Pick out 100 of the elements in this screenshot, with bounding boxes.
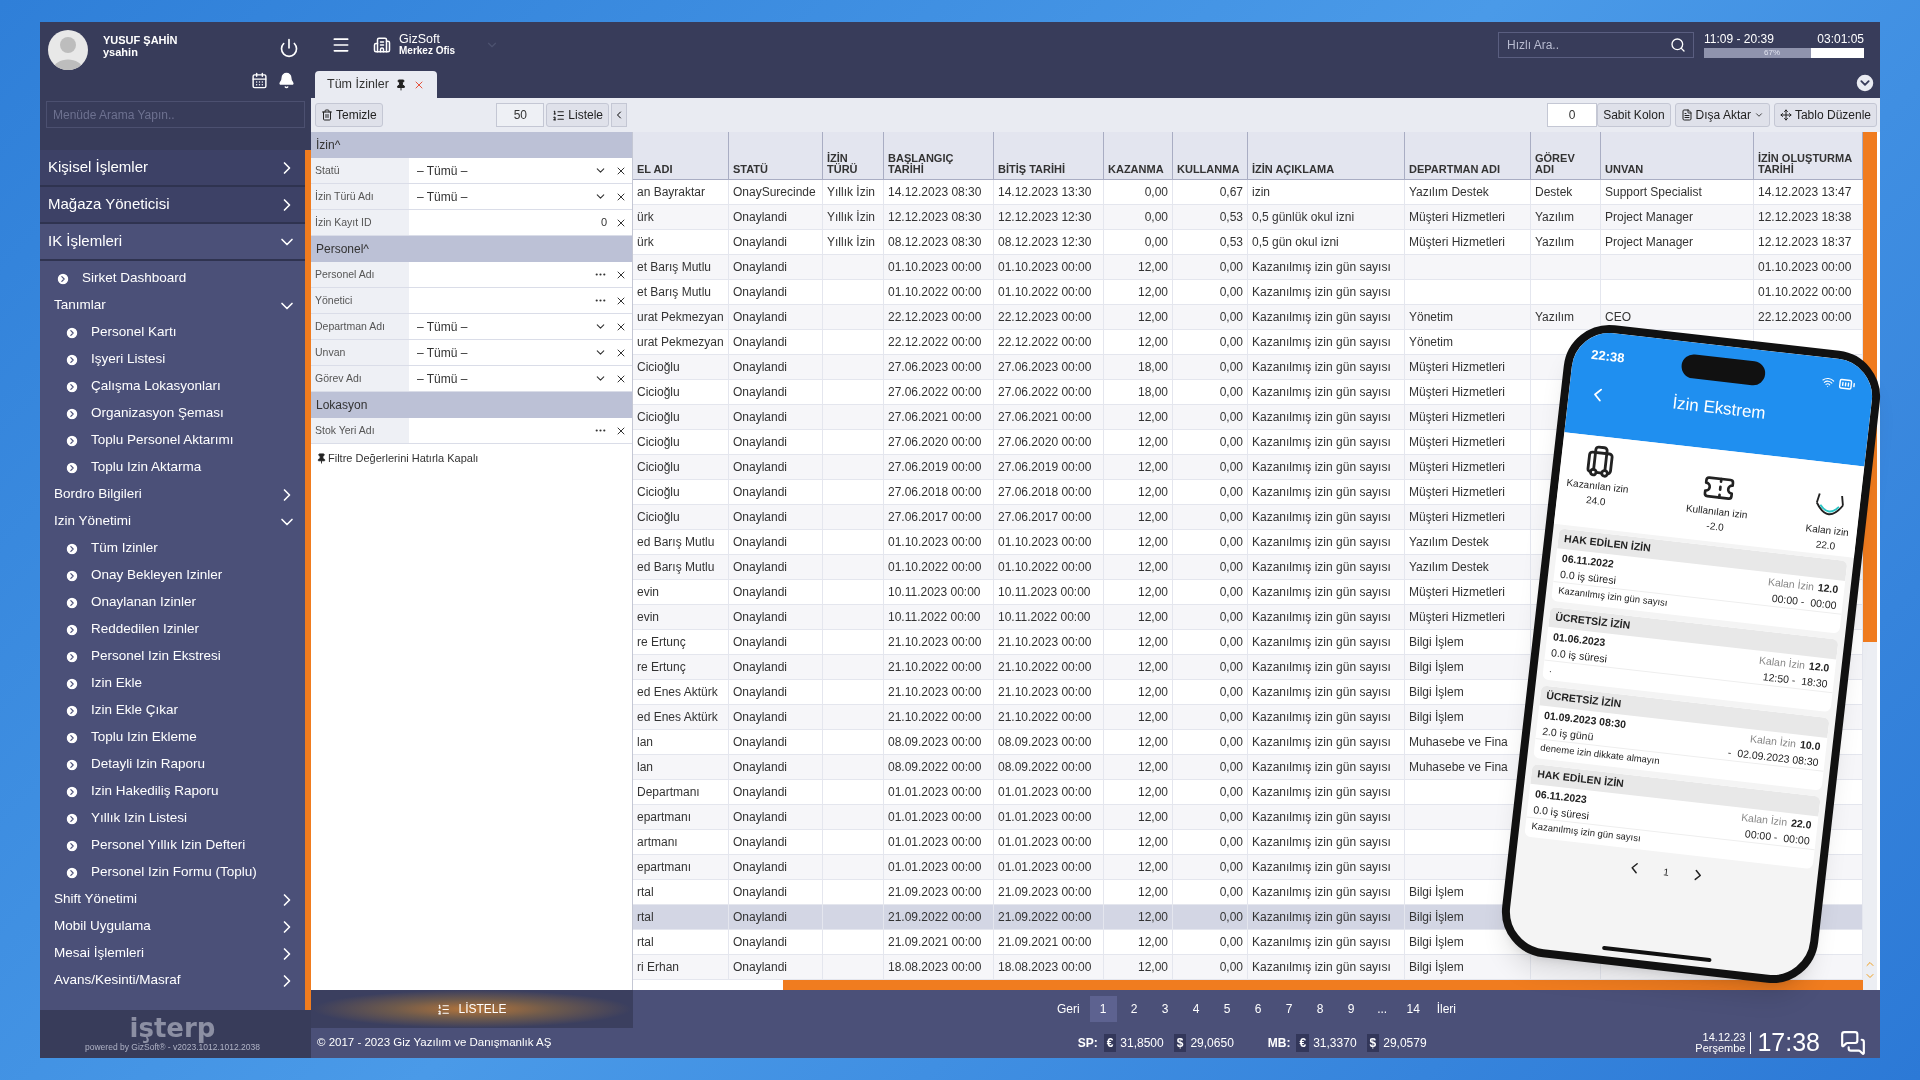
- column-header[interactable]: İZİN AÇIKLAMA: [1252, 164, 1335, 175]
- fixed-column-count-field[interactable]: 0: [1547, 103, 1598, 127]
- horizontal-scrollbar[interactable]: [783, 980, 1863, 990]
- building-icon[interactable]: [373, 36, 391, 54]
- menu-item[interactable]: Yıllık Izin Listesi: [40, 805, 305, 832]
- menu-item[interactable]: Tüm Izinler: [40, 535, 305, 562]
- clear-button[interactable]: Temizle: [315, 103, 383, 127]
- table-row[interactable]: Cicioğlu Onaylandi 27.06.2022 00:00 27.06.2022 00:00 18,00 0,00 Kazanılmış izin gün sayısı: [633, 380, 1405, 404]
- column-header[interactable]: KULLANMA: [1177, 164, 1240, 175]
- column-header[interactable]: İZİN OLUŞTURMA TARİHİ: [1758, 153, 1858, 175]
- table-row[interactable]: Cicioğlu Onaylandi 27.06.2017 00:00 27.06.2017 00:00 12,00 0,00 Kazanılmış izin gün sayısı: [633, 505, 1405, 529]
- next-page-link[interactable]: İleri: [1430, 1000, 1462, 1018]
- table-row[interactable]: rtal Onaylandi 21.09.2021 00:00 21.09.2021 00:00 12,00 0,00 Kazanılmış izin gün sayısı: [633, 930, 1405, 954]
- menu-item[interactable]: Izin Ekle: [40, 670, 305, 697]
- table-row[interactable]: ri Erhan Onaylandi 18.08.2023 00:00 18.08.2023 00:00 12,00 0,00 Kazanılmış izin gün sayısı: [633, 955, 1405, 979]
- page-link[interactable]: 6: [1244, 996, 1272, 1022]
- menu-item[interactable]: Izin Ekle Çıkar: [40, 697, 305, 724]
- filter-select[interactable]: – Tümü –: [417, 369, 607, 388]
- bell-icon[interactable]: [278, 72, 295, 89]
- pin-icon[interactable]: [394, 78, 407, 91]
- menu-item[interactable]: Onaylanan Izinler: [40, 589, 305, 616]
- table-row[interactable]: Cicioğlu Onaylandi 27.06.2021 00:00 27.06.2021 00:00 12,00 0,00 Kazanılmış izin gün sayısı: [633, 405, 1405, 429]
- table-row[interactable]: evin Onaylandi 10.11.2022 00:00 10.11.2022 00:00 12,00 0,00 Kazanılmış izin gün sayısı: [633, 605, 1405, 629]
- table-row[interactable]: Cicioğlu Onaylandi 27.06.2019 00:00 27.06.2019 00:00 12,00 0,00 Kazanılmış izin gün sayısı: [633, 455, 1405, 479]
- menu-item[interactable]: Toplu Izin Aktarma: [40, 454, 305, 481]
- page-link[interactable]: 8: [1306, 996, 1334, 1022]
- avatar[interactable]: [48, 30, 88, 70]
- tab[interactable]: Tüm İzinler: [315, 71, 437, 98]
- menu-group[interactable]: Avans/Kesinti/Masraf: [40, 967, 305, 994]
- menu-item[interactable]: Işyeri Listesi: [40, 346, 305, 373]
- menu-group[interactable]: Bordro Bilgileri: [40, 481, 305, 508]
- filter-select[interactable]: – Tümü –: [417, 161, 607, 180]
- table-row[interactable]: et Barış Mutlu Onaylandi 01.10.2022 00:00 01.10.2022 00:00 12,00 0,00 Kazanılmış izin gün sayısı: [633, 280, 1405, 304]
- page-link[interactable]: 3: [1151, 996, 1179, 1022]
- table-row[interactable]: ed Enes Aktürk Onaylandi 21.10.2022 00:00 21.10.2022 00:00 12,00 0,00 Kazanılmış izin gün sayısı: [633, 705, 1405, 729]
- menu-item[interactable]: Personel Kartı: [40, 319, 305, 346]
- page-link[interactable]: 1: [1089, 996, 1117, 1022]
- remember-filters-toggle[interactable]: Filtre Değerlerini Hatırla Kapalı: [328, 450, 479, 467]
- table-row[interactable]: an Bayraktar OnaySurecinde Yıllık İzin 14.12.2023 08:30 14.12.2023 13:30 0,00 0,67 izin: [633, 180, 1405, 204]
- column-header[interactable]: EL ADI: [637, 164, 673, 175]
- power-icon[interactable]: [279, 38, 299, 58]
- filter-select[interactable]: – Tümü –: [417, 317, 607, 336]
- table-row[interactable]: Cicioğlu Onaylandi 27.06.2023 00:00 27.06.2023 00:00 18,00 0,00 Kazanılmış izin gün sayısı: [633, 355, 1405, 379]
- column-header[interactable]: GÖREV ADI: [1535, 153, 1596, 175]
- menu-item[interactable]: Personel Yıllık Izin Defteri: [40, 832, 305, 859]
- filter-section-title[interactable]: Personel^: [316, 240, 369, 258]
- chat-icon[interactable]: [1840, 1030, 1866, 1056]
- table-row[interactable]: Departmanı Onaylandi 01.01.2023 00:00 01.01.2023 00:00 12,00 0,00 Kazanılmış izin gün sayısı: [633, 780, 1405, 804]
- menu-section[interactable]: Kişisel İşlemler: [40, 150, 305, 187]
- filter-number-field[interactable]: 0: [417, 214, 607, 231]
- page-link[interactable]: 4: [1182, 996, 1210, 1022]
- expand-icon[interactable]: [1854, 72, 1876, 94]
- table-row[interactable]: epartmanı Onaylandi 01.01.2023 00:00 01.01.2023 00:00 12,00 0,00 Kazanılmış izin gün sayısı: [633, 805, 1405, 829]
- filter-select[interactable]: – Tümü –: [417, 343, 607, 362]
- table-row[interactable]: lan Onaylandi 08.09.2022 00:00 08.09.2022 00:00 12,00 0,00 Kazanılmış izin gün sayısı: [633, 755, 1405, 779]
- page-size-field[interactable]: 50: [496, 103, 545, 127]
- table-row[interactable]: ed Enes Aktürk Onaylandi 21.10.2023 00:00 21.10.2023 00:00 12,00 0,00 Kazanılmış izin gün sayısı: [633, 680, 1405, 704]
- fixed-column-button[interactable]: Sabit Kolon: [1597, 103, 1671, 127]
- column-header[interactable]: STATÜ: [733, 164, 769, 175]
- filter-select[interactable]: – Tümü –: [417, 187, 607, 206]
- column-header[interactable]: UNVAN: [1605, 164, 1644, 175]
- page-link[interactable]: 5: [1213, 996, 1241, 1022]
- column-header[interactable]: BAŞLANGIÇ TARİHİ: [888, 153, 989, 175]
- column-header[interactable]: BİTİŞ TARİHİ: [998, 164, 1065, 175]
- page-link[interactable]: 2: [1120, 996, 1148, 1022]
- page-link[interactable]: 7: [1275, 996, 1303, 1022]
- menu-item[interactable]: Toplu Izin Ekleme: [40, 724, 305, 751]
- menu-group[interactable]: Izin Yönetimi: [40, 508, 305, 535]
- column-header[interactable]: İZİN TÜRÜ: [827, 153, 879, 175]
- menu-item[interactable]: Reddedilen Izinler: [40, 616, 305, 643]
- menu-item[interactable]: Çalışma Lokasyonları: [40, 373, 305, 400]
- menu-icon[interactable]: [331, 35, 351, 55]
- table-row[interactable]: epartmanı Onaylandi 01.01.2023 00:00 01.01.2023 00:00 12,00 0,00 Kazanılmış izin gün sayısı: [633, 855, 1405, 879]
- page-link[interactable]: 9: [1337, 996, 1365, 1022]
- table-row[interactable]: lan Onaylandi 08.09.2023 00:00 08.09.2023 00:00 12,00 0,00 Kazanılmış izin gün sayısı: [633, 730, 1405, 754]
- menu-group[interactable]: Mobil Uygulama: [40, 913, 305, 940]
- filter-section-title[interactable]: İzin^: [316, 136, 341, 154]
- menu-item[interactable]: Izin Hakediliş Raporu: [40, 778, 305, 805]
- table-row[interactable]: et Barış Mutlu Onaylandi 01.10.2023 00:00 01.10.2023 00:00 12,00 0,00 Kazanılmış izin gün sayısı: [633, 255, 1405, 279]
- table-row[interactable]: ürk Onaylandi Yıllık İzin 08.12.2023 08:30 08.12.2023 12:30 0,00 0,53 0,5 gün okul izni: [633, 230, 1405, 254]
- list-button[interactable]: Listele: [546, 103, 609, 127]
- menu-group[interactable]: Mesai İşlemleri: [40, 940, 305, 967]
- table-row[interactable]: ed Barış Mutlu Onaylandi 01.10.2022 00:00 01.10.2022 00:00 12,00 0,00 Kazanılmış izin gün sayısı: [633, 555, 1405, 579]
- menu-section[interactable]: Mağaza Yöneticisi: [40, 187, 305, 224]
- edit-table-button[interactable]: Tablo Düzenle: [1773, 103, 1877, 127]
- menu-item[interactable]: Toplu Personel Aktarımı: [40, 427, 305, 454]
- list-submit-button[interactable]: LİSTELE: [437, 1000, 507, 1018]
- table-row[interactable]: Cicioğlu Onaylandi 27.06.2020 00:00 27.06.2020 00:00 12,00 0,00 Kazanılmış izin gün sayısı: [633, 430, 1405, 454]
- menu-item[interactable]: Personel Izin Ekstresi: [40, 643, 305, 670]
- menu-group[interactable]: Shift Yönetimi: [40, 886, 305, 913]
- page-link[interactable]: 14: [1399, 996, 1427, 1022]
- filter-section-title[interactable]: Lokasyon: [316, 396, 368, 414]
- table-row[interactable]: evin Onaylandi 10.11.2023 00:00 10.11.2023 00:00 12,00 0,00 Kazanılmış izin gün sayısı: [633, 580, 1405, 604]
- table-row[interactable]: urat Pekmezyan Onaylandi 22.12.2023 00:00 22.12.2023 00:00 12,00 0,00 Kazanılmış izin gün sayısı: [633, 305, 1405, 329]
- menu-group[interactable]: Tanımlar: [40, 292, 305, 319]
- calendar-icon[interactable]: [251, 72, 268, 89]
- table-row[interactable]: re Ertunç Onaylandi 21.10.2023 00:00 21.10.2023 00:00 12,00 0,00 Kazanılmış izin gün sayısı: [633, 630, 1405, 654]
- collapse-button[interactable]: [611, 103, 627, 127]
- menu-item[interactable]: Detayli Izin Raporu: [40, 751, 305, 778]
- page-link[interactable]: ...: [1368, 996, 1396, 1022]
